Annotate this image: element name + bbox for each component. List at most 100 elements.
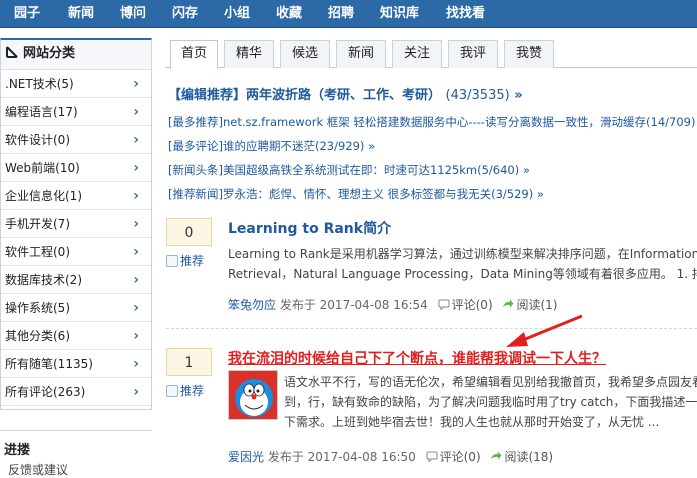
chevron-right-icon: › — [133, 188, 139, 204]
annotation-arrow-icon — [506, 314, 583, 347]
chevron-right-icon: › — [133, 272, 139, 288]
comment-icon — [426, 451, 438, 462]
comment-link[interactable]: 评论(0) — [440, 450, 481, 464]
digg-box: 1 推荐 — [166, 348, 212, 400]
top-nav: 园子 新闻 博问 闪存 小组 收藏 招聘 知识库 找找看 — [0, 0, 697, 28]
sidebar-item-label: 数据库技术(2) — [5, 273, 82, 287]
comment-link[interactable]: 评论(0) — [452, 298, 493, 312]
chevron-right-icon: › — [133, 160, 139, 176]
nav-item-news[interactable]: 新闻 — [68, 0, 94, 28]
sidebar-item-web-frontend[interactable]: Web前端(10) › — [1, 154, 151, 182]
news-link-text[interactable]: [最多评论]谁的应聘期不迷茫(23/929) — [168, 139, 364, 153]
sidebar-item-label: 所有评论(263) — [5, 385, 86, 399]
sidebar-item-programming[interactable]: 编程语言(17) › — [1, 98, 151, 126]
post-title[interactable]: Learning to Rank简介 — [228, 218, 391, 238]
double-chevron-icon: » — [514, 88, 523, 103]
editor-pick-headline[interactable]: 【编辑推荐】两年波折路（考研、工作、考研） (43/3535) » — [168, 84, 523, 103]
sidebar-item-design[interactable]: 软件设计(0) › — [1, 126, 151, 154]
chevron-right-icon: › — [133, 104, 139, 120]
sidebar-item-enterprise[interactable]: 企业信息化(1) › — [1, 182, 151, 210]
chevron-right-icon: › — [133, 76, 139, 92]
tab-home[interactable]: 首页 — [170, 40, 218, 69]
recommend-label: 推荐 — [180, 254, 205, 268]
post-author[interactable]: 笨兔勿应 — [228, 298, 276, 312]
sidebar-item-label: 企业信息化(1) — [5, 189, 82, 203]
nav-item-groups[interactable]: 小组 — [224, 0, 250, 28]
recommend-button[interactable]: 推荐 — [166, 252, 212, 270]
thumbs-up-icon — [166, 385, 178, 397]
sidebar-title: 网站分类 — [1, 40, 151, 70]
feedback-panel: 进搂 反馈或建议 — [0, 430, 152, 477]
news-link-headline[interactable]: [新闻头条]美国超级高铁全系统测试在即：时速可达1125km(5/640) » — [168, 162, 530, 178]
digg-box: 0 推荐 — [166, 218, 212, 270]
sidebar-item-label: 操作系统(5) — [5, 301, 70, 315]
post-summary: 语文水平不行，写的语无伦次，希望编辑看见别给我撤首页，我希望多点园友看到，行，缺… — [284, 375, 697, 429]
read-link[interactable]: 阅读(18) — [504, 450, 553, 464]
nav-item-knowledge[interactable]: 知识库 — [380, 0, 419, 28]
nav-item-questions[interactable]: 博问 — [120, 0, 146, 28]
recommend-button[interactable]: 推荐 — [166, 382, 212, 400]
sidebar-item-database[interactable]: 数据库技术(2) › — [1, 266, 151, 294]
tab-candidates[interactable]: 候选 — [280, 40, 330, 68]
news-link-text[interactable]: [最多推荐]net.sz.framework 框架 轻松搭建数据服务中心----… — [168, 115, 695, 129]
read-arrow-icon — [491, 451, 502, 460]
sidebar-item-label: 编程语言(17) — [5, 105, 78, 119]
sidebar-item-dotnet[interactable]: .NET技术(5) › — [1, 70, 151, 98]
comment-icon — [438, 299, 450, 310]
read-link[interactable]: 阅读(1) — [516, 298, 557, 312]
post-date: 发布于 2017-04-08 16:50 — [267, 450, 416, 464]
post-meta: 爱因光 发布于 2017-04-08 16:50 评论(0) 阅读(18) — [228, 448, 553, 465]
sidebar-item-label: Web前端(10) — [5, 161, 80, 175]
post-date: 发布于 2017-04-08 16:54 — [279, 298, 428, 312]
double-chevron-icon: » — [522, 163, 530, 177]
sidebar-item-label: 软件工程(0) — [5, 245, 70, 259]
news-link-text[interactable]: [推荐新闻]罗永浩：彪悍、情怀、理想主义 很多标签都与我无关(3/529) — [168, 187, 533, 201]
sidebar-title-text: 网站分类 — [23, 46, 76, 61]
sidebar-item-label: 所有随笔(1135) — [5, 357, 93, 371]
post-divider — [166, 328, 697, 329]
post-meta: 笨兔勿应 发布于 2017-04-08 16:54 评论(0) 阅读(1) — [228, 296, 557, 313]
tab-news[interactable]: 新闻 — [336, 40, 386, 68]
news-link-recommended-news[interactable]: [推荐新闻]罗永浩：彪悍、情怀、理想主义 很多标签都与我无关(3/529) » — [168, 186, 544, 202]
news-link-most-commented[interactable]: [最多评论]谁的应聘期不迷茫(23/929) » — [168, 138, 375, 154]
thumbs-up-icon — [166, 255, 178, 267]
chevron-right-icon: › — [133, 244, 139, 260]
sidebar-item-other[interactable]: 其他分类(6) › — [1, 322, 151, 350]
chevron-right-icon: › — [133, 132, 139, 148]
feedback-panel-title: 进搂 — [4, 443, 31, 458]
category-sidebar: 网站分类 .NET技术(5) › 编程语言(17) › 软件设计(0) › Web前端… — [0, 38, 152, 410]
author-avatar[interactable] — [228, 370, 278, 420]
sidebar-item-software-eng[interactable]: 软件工程(0) › — [1, 238, 151, 266]
sidebar-item-label: 其他分类(6) — [5, 329, 70, 343]
digg-count: 1 — [166, 348, 212, 376]
recommend-label: 推荐 — [180, 384, 205, 398]
nav-item-garden[interactable]: 园子 — [14, 0, 40, 28]
tab-my-likes[interactable]: 我赞 — [504, 40, 554, 68]
editor-pick-title[interactable]: 【编辑推荐】两年波折路（考研、工作、考研） — [168, 88, 441, 103]
sidebar-item-os[interactable]: 操作系统(5) › — [1, 294, 151, 322]
chevron-right-icon: › — [133, 300, 139, 316]
doraemon-avatar-icon — [229, 371, 277, 419]
post-author[interactable]: 爱因光 — [228, 450, 264, 464]
tab-essence[interactable]: 精华 — [224, 40, 274, 68]
tab-my-comments[interactable]: 我评 — [448, 40, 498, 68]
tab-bar: 首页 精华 候选 新闻 关注 我评 我赞 — [166, 40, 697, 69]
chevron-right-icon: › — [133, 328, 139, 344]
sidebar-item-mobile[interactable]: 手机开发(7) › — [1, 210, 151, 238]
sidebar-item-all-posts[interactable]: 所有随笔(1135) › — [1, 350, 151, 378]
chevron-right-icon: › — [133, 216, 139, 232]
sidebar-item-all-comments[interactable]: 所有评论(263) › — [1, 378, 151, 406]
nav-item-favorites[interactable]: 收藏 — [276, 0, 302, 28]
chevron-right-icon: › — [133, 356, 139, 372]
nav-item-flash[interactable]: 闪存 — [172, 0, 198, 28]
read-arrow-icon — [503, 299, 514, 308]
news-link-most-recommended[interactable]: [最多推荐]net.sz.framework 框架 轻松搭建数据服务中心----… — [168, 114, 695, 130]
news-link-text[interactable]: [新闻头条]美国超级高铁全系统测试在即：时速可达1125km(5/640) — [168, 163, 519, 177]
digg-count: 0 — [166, 218, 212, 246]
diagonal-arrow-icon — [6, 46, 18, 58]
double-chevron-icon: » — [536, 187, 544, 201]
editor-pick-count: (43/3535) — [445, 88, 510, 103]
nav-item-search[interactable]: 找找看 — [446, 0, 485, 28]
nav-item-jobs[interactable]: 招聘 — [328, 0, 354, 28]
tab-following[interactable]: 关注 — [392, 40, 442, 68]
